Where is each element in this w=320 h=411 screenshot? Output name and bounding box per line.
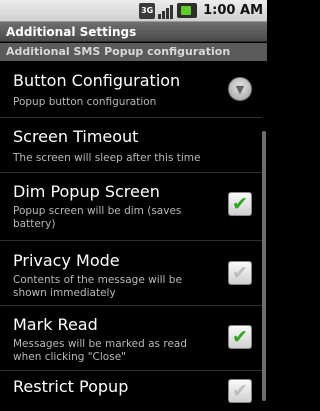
setting-title: Privacy Mode xyxy=(13,251,120,270)
privacy-mode-checkbox[interactable]: ✔ xyxy=(228,261,252,285)
setting-title: Dim Popup Screen xyxy=(13,182,160,201)
setting-title: Button Configuration xyxy=(13,71,181,90)
setting-title: Screen Timeout xyxy=(13,127,139,146)
setting-title: Mark Read xyxy=(13,315,98,334)
setting-button-configuration[interactable]: Button Configuration Popup button config… xyxy=(0,61,262,118)
scrollbar[interactable] xyxy=(262,131,266,401)
battery-icon xyxy=(177,3,198,18)
mark-read-checkbox[interactable]: ✔ xyxy=(228,325,252,349)
setting-restrict-popup[interactable]: Restrict Popup ✔ xyxy=(0,371,262,411)
network-3g-icon: 3G xyxy=(139,2,156,19)
setting-screen-timeout[interactable]: Screen Timeout The screen will sleep aft… xyxy=(0,118,262,173)
status-clock: 1:00 AM xyxy=(203,3,263,18)
setting-summary: Contents of the message will be shown im… xyxy=(13,274,182,299)
restrict-popup-checkbox[interactable]: ✔ xyxy=(228,379,252,403)
setting-summary: Popup screen will be dim (saves battery) xyxy=(13,205,182,230)
settings-list: Button Configuration Popup button config… xyxy=(0,61,267,403)
chevron-down-icon[interactable]: ▼ xyxy=(228,77,252,101)
setting-summary: Popup button configuration xyxy=(13,96,157,108)
status-icons: 3G 1:00 AM xyxy=(139,2,263,19)
setting-mark-read[interactable]: Mark Read Messages will be marked as rea… xyxy=(0,306,262,371)
setting-title: Restrict Popup xyxy=(13,377,129,396)
status-bar: 3G 1:00 AM xyxy=(0,0,267,22)
dim-popup-checkbox[interactable]: ✔ xyxy=(228,192,252,216)
setting-dim-popup-screen[interactable]: Dim Popup Screen Popup screen will be di… xyxy=(0,173,262,241)
window-title: Additional Settings xyxy=(0,22,267,42)
setting-summary: Messages will be marked as read when cli… xyxy=(13,338,188,363)
signal-icon xyxy=(158,3,174,19)
section-header: Additional SMS Popup configuration xyxy=(0,43,267,61)
setting-privacy-mode[interactable]: Privacy Mode Contents of the message wil… xyxy=(0,241,262,306)
setting-summary: The screen will sleep after this time xyxy=(13,152,201,164)
